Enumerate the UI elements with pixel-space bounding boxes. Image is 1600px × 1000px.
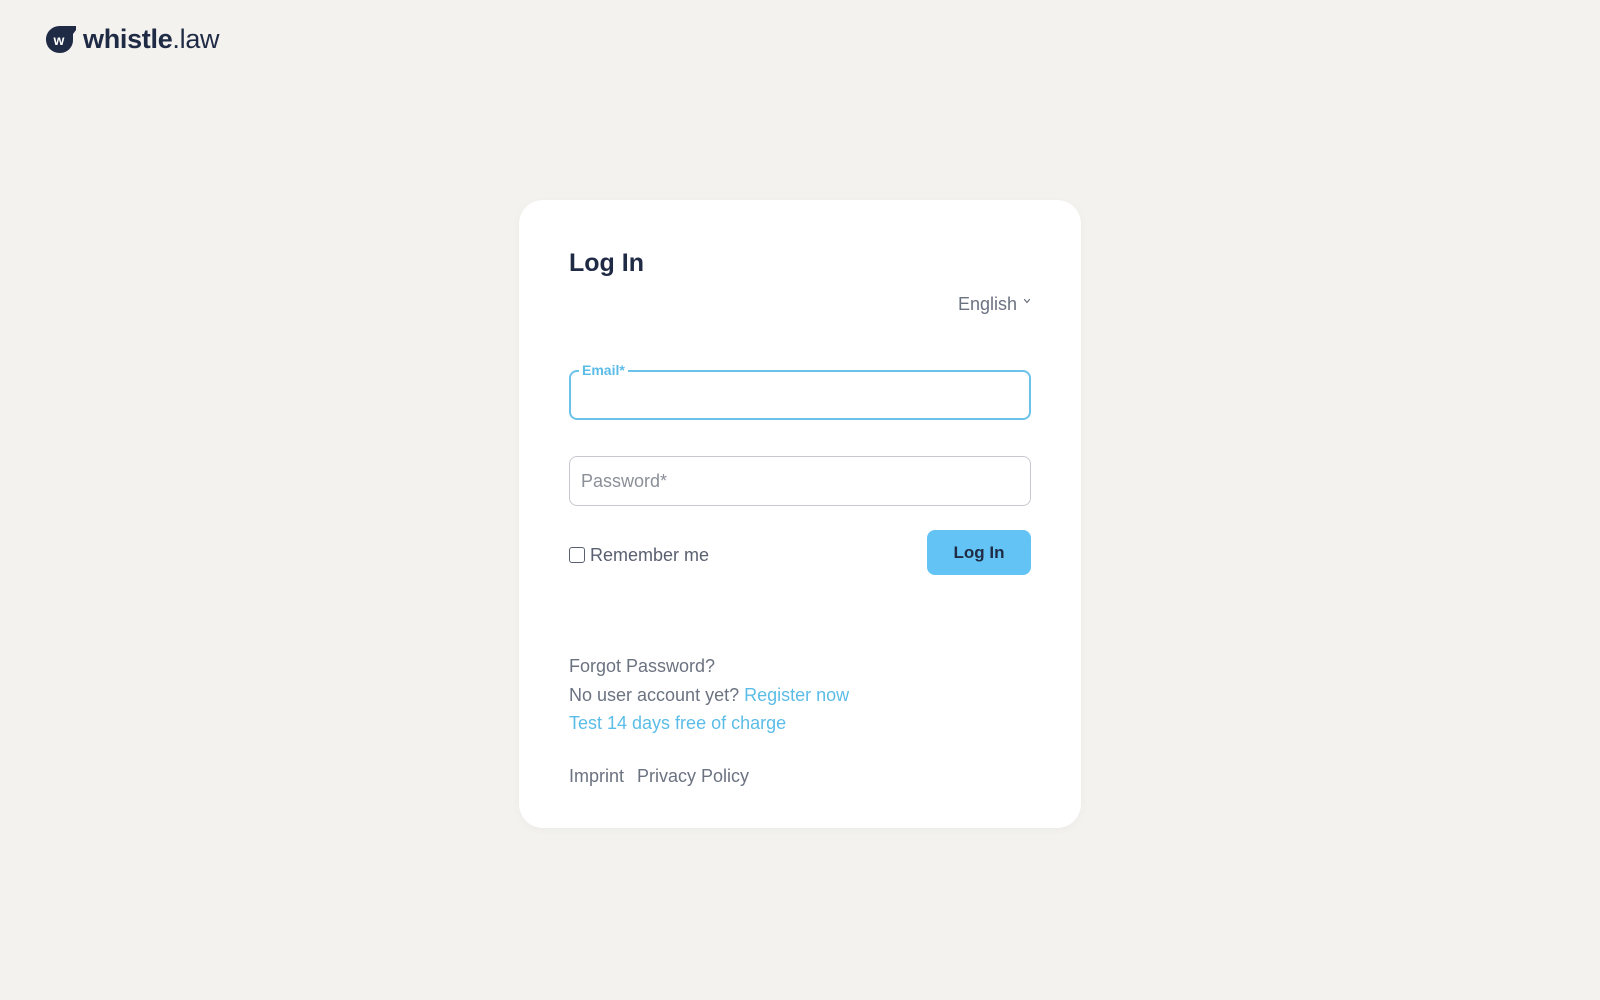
- svg-text:w: w: [53, 32, 65, 48]
- password-input[interactable]: [570, 457, 1030, 505]
- imprint-link[interactable]: Imprint: [569, 765, 624, 787]
- remember-me-checkbox[interactable]: [569, 547, 585, 563]
- brand-logo[interactable]: w whistle.law: [45, 24, 220, 54]
- email-field: Email*: [569, 361, 1031, 420]
- register-link[interactable]: Register now: [744, 685, 849, 705]
- brand-name-light: .law: [172, 24, 220, 54]
- whistle-logo-icon: w: [46, 26, 76, 53]
- email-label: Email*: [579, 361, 628, 379]
- login-button[interactable]: Log In: [927, 530, 1031, 575]
- password-field: [569, 456, 1031, 506]
- brand-name-bold: whistle: [83, 24, 173, 54]
- page-title: Log In: [569, 249, 644, 277]
- account-links: Forgot Password? No user account yet? Re…: [569, 652, 849, 738]
- privacy-policy-link[interactable]: Privacy Policy: [637, 765, 749, 787]
- language-label: English: [957, 294, 1017, 314]
- login-card: Log In English Email* Remember me Log In…: [519, 200, 1081, 828]
- free-trial-link[interactable]: Test 14 days free of charge: [569, 709, 849, 738]
- remember-me[interactable]: Remember me: [569, 544, 709, 566]
- email-input[interactable]: [571, 372, 1029, 418]
- remember-me-label: Remember me: [590, 545, 710, 565]
- register-row: No user account yet? Register now: [569, 681, 849, 710]
- language-selector[interactable]: English: [958, 293, 1031, 315]
- forgot-password-link[interactable]: Forgot Password?: [569, 652, 849, 681]
- brand-name: whistle.law: [83, 24, 220, 54]
- login-page: w whistle.law Log In English Email* Reme…: [0, 0, 1600, 1000]
- footer-links: Imprint Privacy Policy: [569, 765, 749, 787]
- no-account-text: No user account yet?: [569, 684, 740, 705]
- chevron-down-icon: [1023, 298, 1031, 304]
